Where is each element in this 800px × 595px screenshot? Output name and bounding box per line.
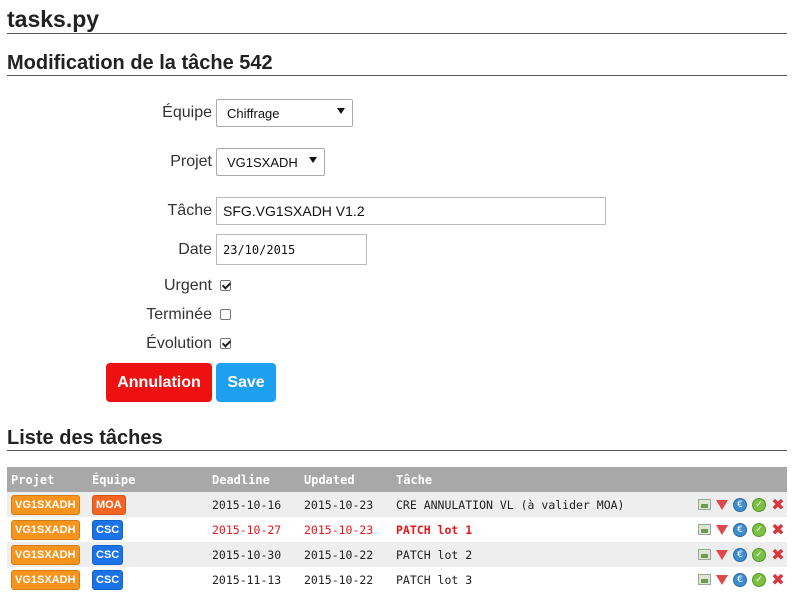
table-header-row: Projet Équipe Deadline Updated Tâche — [7, 467, 787, 492]
euro-icon[interactable]: € — [733, 547, 747, 562]
euro-icon[interactable]: € — [733, 572, 747, 587]
down-arrow-icon[interactable] — [716, 524, 728, 535]
tasks-table: Projet Équipe Deadline Updated Tâche VG1… — [7, 467, 787, 592]
save-button[interactable]: Save — [216, 363, 276, 402]
equipe-badge[interactable]: CSC — [92, 544, 124, 565]
terminee-label: Terminée — [146, 306, 212, 323]
deadline-cell: 2015-11-13 — [212, 572, 282, 587]
evolution-label: Évolution — [146, 335, 212, 352]
tache-label: Tâche — [167, 202, 212, 219]
updated-cell: 2015-10-22 — [300, 542, 392, 567]
table-row[interactable]: VG1SXADH CSC 2015-10-30 2015-10-22 PATCH… — [7, 542, 787, 567]
deadline-cell: 2015-10-30 — [208, 542, 300, 567]
check-icon[interactable]: ✓ — [752, 522, 766, 537]
form-heading-divider — [7, 75, 787, 76]
column-header-projet[interactable]: Projet — [7, 467, 88, 492]
row-actions: € ✓ ✖ — [678, 542, 787, 567]
updated-cell: 2015-10-23 — [300, 492, 392, 517]
image-icon[interactable] — [698, 574, 711, 586]
urgent-label: Urgent — [163, 277, 212, 294]
check-icon[interactable]: ✓ — [752, 547, 766, 562]
image-icon[interactable] — [698, 524, 711, 536]
tache-cell: PATCH lot 1 — [396, 522, 473, 537]
deadline-cell: 2015-10-16 — [208, 492, 300, 517]
delete-icon[interactable]: ✖ — [771, 571, 785, 587]
check-icon[interactable]: ✓ — [752, 572, 766, 587]
deadline-cell: 2015-10-27 — [212, 522, 282, 537]
equipe-select[interactable]: Chiffrage — [216, 99, 353, 127]
projet-badge[interactable]: VG1SXADH — [11, 519, 80, 540]
projet-select[interactable]: VG1SXADH — [216, 148, 325, 176]
urgent-checkbox[interactable] — [220, 280, 231, 291]
date-label: Date — [178, 241, 212, 258]
tache-cell: PATCH lot 3 — [396, 572, 473, 587]
evolution-checkbox[interactable] — [220, 338, 231, 349]
column-header-equipe[interactable]: Équipe — [88, 467, 208, 492]
projet-select-value: VG1SXADH — [227, 155, 298, 170]
form-heading: Modification de la tâche 542 — [7, 52, 273, 74]
chevron-down-icon — [309, 157, 317, 163]
column-header-actions — [678, 467, 787, 492]
down-arrow-icon[interactable] — [716, 574, 728, 585]
row-actions: € ✓ ✖ — [678, 492, 787, 517]
projet-badge[interactable]: VG1SXADH — [11, 494, 80, 515]
equipe-select-value: Chiffrage — [227, 106, 280, 121]
delete-icon[interactable]: ✖ — [771, 521, 785, 537]
check-icon[interactable]: ✓ — [752, 497, 766, 512]
table-row[interactable]: VG1SXADH CSC 2015-10-27 2015-10-23 PATCH… — [7, 517, 787, 542]
list-heading: Liste des tâches — [7, 427, 163, 449]
table-row[interactable]: VG1SXADH MOA 2015-10-16 2015-10-23 CRE A… — [7, 492, 787, 517]
delete-icon[interactable]: ✖ — [771, 496, 785, 512]
tache-input[interactable]: SFG.VG1SXADH V1.2 — [216, 197, 606, 225]
column-header-tache[interactable]: Tâche — [392, 467, 678, 492]
cancel-button[interactable]: Annulation — [106, 363, 212, 402]
image-icon[interactable] — [698, 499, 711, 511]
equipe-label: Équipe — [162, 104, 212, 121]
row-actions: € ✓ ✖ — [678, 567, 787, 592]
equipe-badge[interactable]: CSC — [92, 519, 124, 540]
projet-badge[interactable]: VG1SXADH — [11, 569, 80, 590]
page-title: tasks.py — [7, 6, 100, 32]
tache-cell: PATCH lot 2 — [392, 542, 678, 567]
projet-label: Projet — [170, 153, 212, 170]
column-header-deadline[interactable]: Deadline — [208, 467, 300, 492]
image-icon[interactable] — [698, 549, 711, 561]
updated-cell: 2015-10-22 — [304, 572, 374, 587]
table-row[interactable]: VG1SXADH CSC 2015-11-13 2015-10-22 PATCH… — [7, 567, 787, 592]
row-actions: € ✓ ✖ — [678, 517, 787, 542]
equipe-badge[interactable]: MOA — [92, 494, 126, 515]
date-input[interactable]: 23/10/2015 — [216, 234, 367, 265]
title-divider — [7, 33, 787, 34]
down-arrow-icon[interactable] — [716, 549, 728, 560]
chevron-down-icon — [337, 108, 345, 114]
equipe-badge[interactable]: CSC — [92, 569, 124, 590]
down-arrow-icon[interactable] — [716, 499, 728, 510]
delete-icon[interactable]: ✖ — [771, 546, 785, 562]
column-header-updated[interactable]: Updated — [300, 467, 392, 492]
updated-cell: 2015-10-23 — [304, 522, 374, 537]
list-heading-divider — [7, 450, 787, 451]
euro-icon[interactable]: € — [733, 522, 747, 537]
euro-icon[interactable]: € — [733, 497, 747, 512]
tache-cell: CRE ANNULATION VL (à valider MOA) — [392, 492, 678, 517]
projet-badge[interactable]: VG1SXADH — [11, 544, 80, 565]
terminee-checkbox[interactable] — [220, 309, 231, 320]
